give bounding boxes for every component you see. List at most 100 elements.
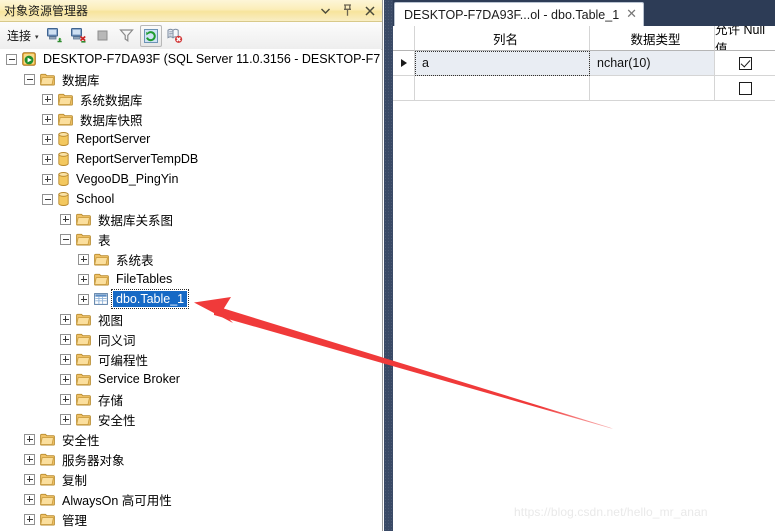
tree-item[interactable]: 系统数据库 <box>0 89 381 109</box>
refresh-icon[interactable] <box>139 24 162 47</box>
folder-icon <box>94 273 109 286</box>
expand-icon[interactable] <box>60 373 71 385</box>
tree-item[interactable]: DESKTOP-F7DA93F (SQL Server 11.0.3156 - … <box>0 49 381 69</box>
tree-item-label: 可编程性 <box>98 353 149 368</box>
tree-item[interactable]: School <box>0 189 381 209</box>
column-name-cell[interactable] <box>415 76 590 101</box>
expand-icon[interactable] <box>24 473 35 485</box>
connect-button[interactable]: 连接 ▾ <box>5 25 42 46</box>
funnel-icon[interactable] <box>116 25 138 47</box>
tree-item[interactable]: 可编程性 <box>0 349 381 369</box>
grid-row[interactable]: a nchar(10) <box>393 51 775 76</box>
tree-item[interactable]: 数据库快照 <box>0 109 381 129</box>
tree-item[interactable]: ReportServerTempDB <box>0 149 381 169</box>
row-selector[interactable] <box>393 51 415 76</box>
collapse-icon[interactable] <box>24 73 35 85</box>
folder-icon <box>40 493 55 506</box>
row-selector[interactable] <box>393 76 415 101</box>
grid-header-cell[interactable]: 数据类型 <box>590 26 715 51</box>
tree-item[interactable]: 安全性 <box>0 409 381 429</box>
allow-null-checkbox[interactable] <box>738 56 752 70</box>
grid-header-cell[interactable]: 列名 <box>415 26 590 51</box>
tree-item-label: 数据库关系图 <box>98 213 174 228</box>
panel-splitter[interactable] <box>384 0 393 531</box>
database-icon <box>58 172 69 186</box>
collapse-icon[interactable] <box>6 53 17 65</box>
expand-icon[interactable] <box>60 313 71 325</box>
tree-item-label: 管理 <box>62 513 88 528</box>
tree-item-label: 服务器对象 <box>62 453 125 468</box>
expand-icon[interactable] <box>42 113 53 125</box>
tree-item[interactable]: ReportServer <box>0 129 381 149</box>
object-explorer-tree[interactable]: DESKTOP-F7DA93F (SQL Server 11.0.3156 - … <box>0 49 381 531</box>
expand-icon[interactable] <box>42 153 53 165</box>
expand-icon[interactable] <box>24 513 35 525</box>
tree-item[interactable]: 服务器对象 <box>0 449 381 469</box>
tree-item[interactable]: 表 <box>0 229 381 249</box>
tree-item[interactable]: Service Broker <box>0 369 381 389</box>
folder-icon <box>76 233 91 246</box>
expand-icon[interactable] <box>42 133 53 145</box>
tree-item[interactable]: 复制 <box>0 469 381 489</box>
chevron-down-icon: ▾ <box>35 33 39 41</box>
tree-item[interactable]: 同义词 <box>0 329 381 349</box>
object-explorer-titlebar: 对象资源管理器 <box>0 0 382 22</box>
expand-icon[interactable] <box>60 213 71 225</box>
expand-icon[interactable] <box>78 253 89 265</box>
tree-item[interactable]: 数据库关系图 <box>0 209 381 229</box>
allow-null-checkbox[interactable] <box>738 81 752 95</box>
expand-icon[interactable] <box>78 293 89 305</box>
current-row-marker <box>400 59 407 67</box>
tree-item[interactable]: 管理 <box>0 509 381 529</box>
close-icon[interactable] <box>363 3 376 18</box>
expand-icon[interactable] <box>60 353 71 365</box>
tree-item[interactable]: 视图 <box>0 309 381 329</box>
expand-icon[interactable] <box>78 273 89 285</box>
data-type-cell[interactable] <box>590 76 715 101</box>
pin-icon[interactable] <box>341 3 354 18</box>
allow-null-cell[interactable] <box>715 76 775 101</box>
close-icon[interactable]: ✕ <box>626 8 637 21</box>
grid-header-cell[interactable]: 允许 Null 值 <box>715 26 775 51</box>
expand-icon[interactable] <box>42 173 53 185</box>
tree-item[interactable]: 系统表 <box>0 249 381 269</box>
tree-item[interactable]: FileTables <box>0 269 381 289</box>
column-name-cell[interactable]: a <box>415 51 590 76</box>
tree-item-label: 同义词 <box>98 333 136 348</box>
tree-item[interactable]: VegooDB_PingYin <box>0 169 381 189</box>
expand-icon[interactable] <box>60 333 71 345</box>
expand-icon[interactable] <box>42 93 53 105</box>
script-remove-icon[interactable] <box>164 25 186 47</box>
expand-icon[interactable] <box>24 453 35 465</box>
grid-row[interactable] <box>393 76 775 101</box>
server-icon <box>22 52 36 66</box>
tree-item-label: 视图 <box>98 313 124 328</box>
expand-icon[interactable] <box>24 493 35 505</box>
tab-table-designer[interactable]: DESKTOP-F7DA93F...ol - dbo.Table_1 ✕ <box>394 2 645 26</box>
server-disconnect-icon[interactable] <box>68 25 90 47</box>
collapse-icon[interactable] <box>42 193 53 205</box>
tree-item[interactable]: 安全性 <box>0 429 381 449</box>
chevron-down-icon[interactable] <box>319 3 332 18</box>
server-connect-icon[interactable] <box>44 25 66 47</box>
data-type-cell[interactable]: nchar(10) <box>590 51 715 76</box>
allow-null-cell[interactable] <box>715 51 775 76</box>
grid-header-selector <box>393 26 415 51</box>
watermark-text: https://blog.csdn.net/hello_mr_anan <box>514 505 708 519</box>
tree-item-label: FileTables <box>116 272 173 286</box>
tree-item-label: DESKTOP-F7DA93F (SQL Server 11.0.3156 - … <box>43 52 381 66</box>
expand-icon[interactable] <box>60 393 71 405</box>
object-explorer-panel: 对象资源管理器 连接 ▾ DESKTOP-F7DA93F (SQL Server… <box>0 0 383 531</box>
tree-item[interactable]: 存储 <box>0 389 381 409</box>
tree-item-label: 数据库快照 <box>80 113 143 128</box>
expand-icon[interactable] <box>24 433 35 445</box>
tree-item[interactable]: 数据库 <box>0 69 381 89</box>
object-explorer-toolbar: 连接 ▾ <box>0 22 382 50</box>
stop-square-icon[interactable] <box>92 25 114 47</box>
expand-icon[interactable] <box>60 413 71 425</box>
tree-item[interactable]: AlwaysOn 高可用性 <box>0 489 381 509</box>
collapse-icon[interactable] <box>60 233 71 245</box>
table-designer-grid[interactable]: 列名 数据类型 允许 Null 值 a nchar(10) <box>393 26 775 531</box>
tree-item[interactable]: dbo.Table_1 <box>0 289 381 309</box>
tree-item-label: 安全性 <box>98 413 136 428</box>
